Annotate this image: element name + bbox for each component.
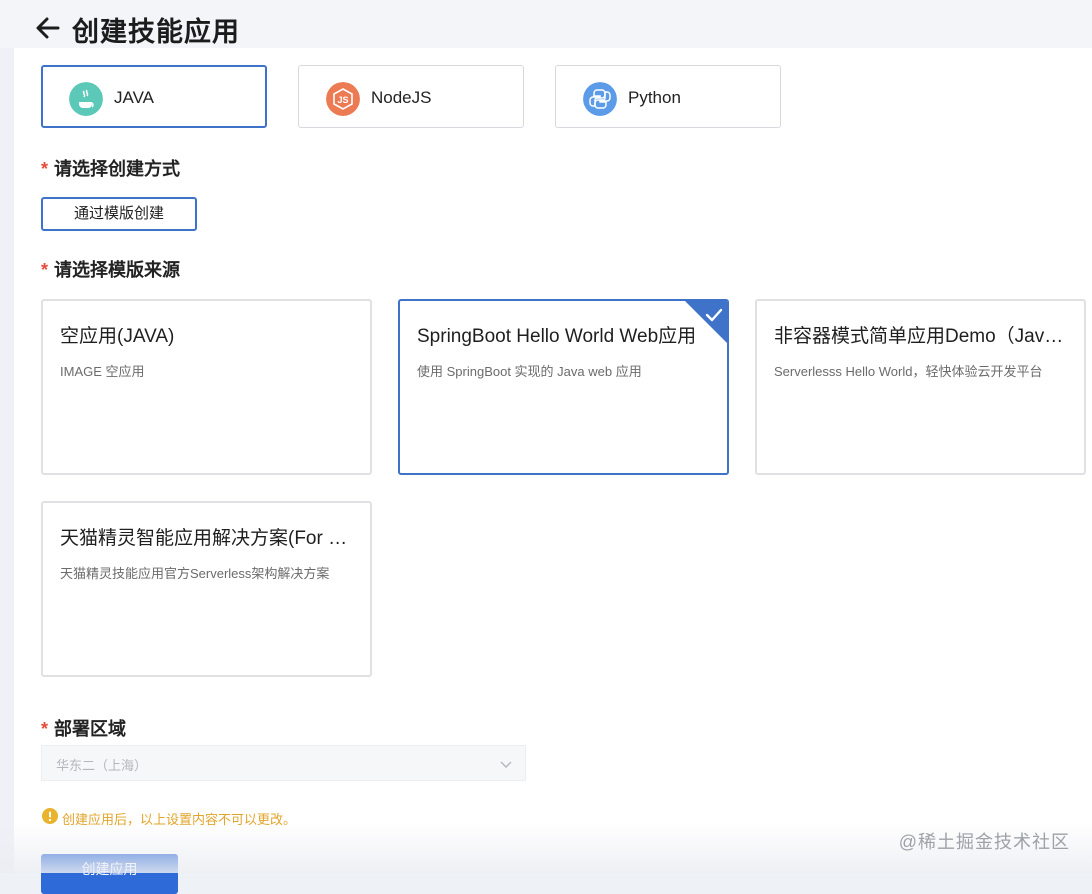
python-icon bbox=[583, 82, 617, 116]
region-section-label: * 部署区域 bbox=[41, 715, 126, 741]
region-select[interactable]: 华东二（上海） bbox=[41, 745, 526, 781]
template-card-empty-java[interactable]: 空应用(JAVA) IMAGE 空应用 bbox=[41, 299, 372, 475]
page-header: 创建技能应用 bbox=[0, 0, 1092, 48]
form-panel: JAVA JS NodeJS Python * 请选择创建方式 通过模版创建 * 请… bbox=[14, 48, 1092, 894]
watermark: @稀土掘金技术社区 bbox=[898, 832, 1070, 852]
warning-icon bbox=[42, 808, 58, 824]
template-card-springboot[interactable]: SpringBoot Hello World Web应用 使用 SpringBo… bbox=[398, 299, 729, 475]
template-title: SpringBoot Hello World Web应用 bbox=[417, 326, 697, 347]
required-mark: * bbox=[41, 719, 49, 739]
region-label-text: 部署区域 bbox=[54, 719, 127, 739]
template-source-label-text: 请选择模版来源 bbox=[54, 260, 181, 280]
page-title: 创建技能应用 bbox=[72, 17, 240, 47]
template-method-button[interactable]: 通过模版创建 bbox=[41, 197, 197, 231]
template-title: 空应用(JAVA) bbox=[60, 326, 175, 347]
template-title: 非容器模式简单应用Demo（Jav… bbox=[774, 326, 1064, 347]
required-mark: * bbox=[41, 260, 49, 280]
method-label-text: 请选择创建方式 bbox=[54, 159, 181, 179]
language-label: JAVA bbox=[114, 88, 154, 107]
language-card-python[interactable]: Python bbox=[555, 65, 781, 128]
language-label: NodeJS bbox=[371, 88, 432, 107]
language-label: Python bbox=[628, 88, 681, 107]
svg-text:JS: JS bbox=[337, 95, 348, 105]
nodejs-icon: JS bbox=[326, 82, 360, 116]
method-section-label: * 请选择创建方式 bbox=[41, 155, 180, 181]
selected-check-icon bbox=[685, 301, 727, 343]
template-title: 天猫精灵智能应用解决方案(For … bbox=[60, 528, 348, 549]
language-card-nodejs[interactable]: JS NodeJS bbox=[298, 65, 524, 128]
warning-text: 创建应用后，以上设置内容不可以更改。 bbox=[62, 812, 297, 827]
back-arrow-icon[interactable] bbox=[34, 14, 62, 42]
chevron-down-icon bbox=[500, 761, 512, 768]
template-card-tmall-genie[interactable]: 天猫精灵智能应用解决方案(For … 天猫精灵技能应用官方Serverless架… bbox=[41, 501, 372, 677]
required-mark: * bbox=[41, 159, 49, 179]
template-desc: 天猫精灵技能应用官方Serverless架构解决方案 bbox=[60, 566, 330, 581]
java-icon bbox=[69, 82, 103, 116]
language-card-java[interactable]: JAVA bbox=[41, 65, 267, 128]
template-desc: IMAGE 空应用 bbox=[60, 364, 145, 379]
template-desc: Serverlesss Hello World，轻快体验云开发平台 bbox=[774, 364, 1043, 379]
template-source-label: * 请选择模版来源 bbox=[41, 256, 180, 282]
region-value: 华东二（上海） bbox=[56, 758, 148, 773]
create-app-button[interactable]: 创建应用 bbox=[41, 854, 178, 894]
template-card-noncontainer-demo[interactable]: 非容器模式简单应用Demo（Jav… Serverlesss Hello Wor… bbox=[755, 299, 1086, 475]
template-desc: 使用 SpringBoot 实现的 Java web 应用 bbox=[417, 364, 642, 379]
